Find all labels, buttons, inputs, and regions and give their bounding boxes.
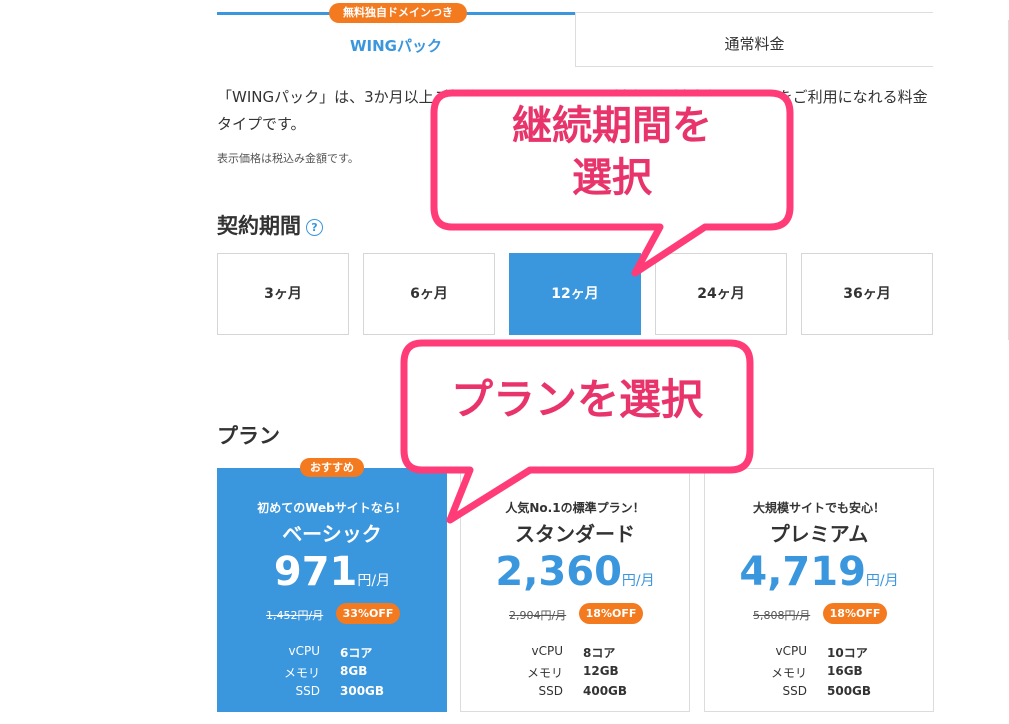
plan-price: 971円/月 bbox=[218, 549, 446, 595]
plan-callout-text: プランを選択 bbox=[450, 375, 703, 424]
spec-key: vCPU bbox=[775, 644, 808, 658]
spec-value: 300GB bbox=[340, 684, 385, 698]
price-value: 2,360 bbox=[495, 549, 622, 595]
original-price: 2,904円/月 bbox=[509, 609, 567, 622]
price-unit: 円/月 bbox=[865, 573, 899, 589]
plan-price: 2,360円/月 bbox=[461, 549, 689, 595]
spec-key: メモリ bbox=[526, 666, 563, 680]
plan-callout-bubble bbox=[400, 339, 754, 524]
price-unit: 円/月 bbox=[357, 573, 391, 589]
period-option-36[interactable]: 36ヶ月 bbox=[801, 253, 933, 335]
discount-badge: 18%OFF bbox=[823, 603, 887, 624]
spec-value: 500GB bbox=[827, 684, 872, 698]
price-value: 971 bbox=[273, 549, 358, 595]
original-price: 1,452円/月 bbox=[266, 609, 324, 622]
spec-key: メモリ bbox=[283, 666, 320, 680]
spec-key: SSD bbox=[295, 684, 320, 698]
spec-value: 16GB bbox=[827, 664, 863, 678]
plan-price: 4,719円/月 bbox=[705, 549, 933, 595]
spec-value: 10コア bbox=[827, 646, 868, 660]
spec-key: vCPU bbox=[531, 644, 564, 658]
tab-wing-pack[interactable]: 無料独自ドメインつき WINGパック bbox=[217, 3, 575, 67]
recommend-badge: おすすめ bbox=[300, 458, 364, 477]
tab-wing-pack-label: WINGパック bbox=[350, 37, 442, 55]
spec-key: vCPU bbox=[288, 644, 321, 658]
period-section-title: 契約期間? bbox=[217, 210, 323, 240]
period-title-text: 契約期間 bbox=[217, 214, 301, 238]
period-callout-line2: 選択 bbox=[572, 155, 652, 201]
spec-value: 6コア bbox=[340, 646, 373, 660]
spec-value: 400GB bbox=[583, 684, 628, 698]
free-domain-badge: 無料独自ドメインつき bbox=[329, 3, 467, 23]
question-circle-icon[interactable]: ? bbox=[306, 218, 323, 236]
discount-badge: 18%OFF bbox=[579, 603, 643, 624]
period-callout-line1: 継続期間を bbox=[512, 103, 712, 149]
price-unit: 円/月 bbox=[621, 573, 655, 589]
tab-regular-price-label: 通常料金 bbox=[724, 35, 785, 53]
tax-note: 表示価格は税込み金額です。 bbox=[217, 152, 359, 165]
original-price: 5,808円/月 bbox=[753, 609, 811, 622]
price-value: 4,719 bbox=[739, 549, 866, 595]
spec-key: SSD bbox=[538, 684, 563, 698]
period-option-3[interactable]: 3ヶ月 bbox=[217, 253, 349, 335]
discount-badge: 33%OFF bbox=[336, 603, 400, 624]
spec-value: 8コア bbox=[583, 646, 616, 660]
spec-key: メモリ bbox=[770, 666, 807, 680]
plan-section-title: プラン bbox=[217, 424, 280, 448]
period-callout-text: 継続期間を 選択 bbox=[434, 100, 790, 204]
spec-key: SSD bbox=[782, 684, 807, 698]
spec-value: 8GB bbox=[340, 664, 368, 678]
tab-regular-price[interactable]: 通常料金 bbox=[575, 12, 933, 67]
spec-value: 12GB bbox=[583, 664, 619, 678]
